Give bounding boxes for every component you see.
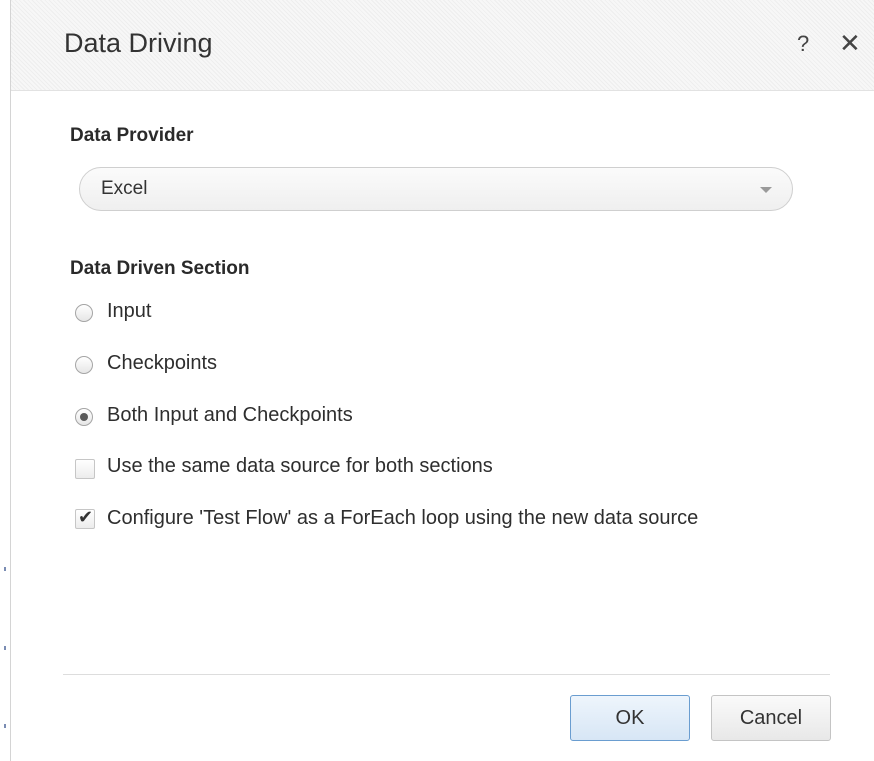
dialog-titlebar: Data Driving ? ✕: [11, 0, 874, 91]
checkbox[interactable]: ✔: [75, 507, 95, 529]
checkmark-icon: ✔: [78, 507, 94, 527]
data-driving-dialog: Data Driving ? ✕ Data Provider Excel Dat…: [10, 0, 874, 761]
radio-button[interactable]: [75, 356, 93, 374]
edge-marker: [4, 567, 6, 571]
radio-selected-dot: [80, 413, 88, 421]
radio-button[interactable]: [75, 408, 93, 426]
data-provider-select[interactable]: Excel: [79, 167, 793, 211]
data-provider-label: Data Provider: [70, 125, 194, 146]
checkbox-label: Configure 'Test Flow' as a ForEach loop …: [107, 507, 699, 529]
radio-button[interactable]: [75, 304, 93, 322]
background-window-edge: [0, 0, 10, 761]
radio-label: Checkpoints: [107, 352, 218, 374]
ok-button[interactable]: OK: [570, 695, 690, 741]
footer-divider: [63, 674, 830, 675]
radio-label: Both Input and Checkpoints: [107, 404, 353, 426]
foreach-loop-checkbox[interactable]: ✔ Configure 'Test Flow' as a ForEach loo…: [75, 505, 807, 537]
checkbox-label: Use the same data source for both sectio…: [107, 455, 493, 477]
data-driven-section-label: Data Driven Section: [70, 258, 250, 279]
data-provider-value: Excel: [101, 178, 148, 199]
edge-marker: [4, 724, 6, 728]
dialog-title: Data Driving: [64, 28, 213, 58]
edge-marker: [4, 646, 6, 650]
radio-label: Input: [107, 300, 152, 322]
checkbox[interactable]: [75, 459, 95, 479]
cancel-button[interactable]: Cancel: [711, 695, 831, 741]
close-icon[interactable]: ✕: [839, 28, 861, 59]
help-icon[interactable]: ?: [797, 31, 809, 57]
chevron-down-icon: [760, 187, 772, 193]
